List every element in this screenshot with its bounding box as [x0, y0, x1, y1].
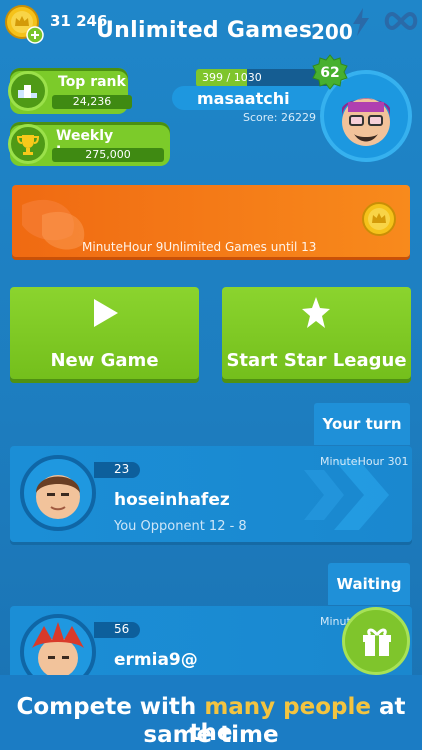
- game-score: You Opponent 12 - 8: [114, 519, 247, 534]
- podium-icon: [8, 71, 48, 111]
- top-rank-label: Top rank: [58, 74, 126, 90]
- banner-subtitle: MinuteHour 9Unlimited Games until 13: [82, 240, 317, 254]
- trophy-glyph: [16, 135, 40, 155]
- player-score: Score: 26229: [243, 111, 317, 124]
- xp-text: 399 / 1030: [202, 71, 262, 84]
- banner-title: Unlimited Games: [96, 18, 313, 43]
- play-icon: [94, 299, 118, 327]
- banner-price: 200: [311, 20, 353, 44]
- opponent-name: hoseinhafez: [114, 490, 230, 510]
- promo-caption-line2: same time: [143, 722, 279, 748]
- coin-add-icon[interactable]: [4, 4, 44, 44]
- star-icon: [302, 297, 330, 328]
- weekly-league-pill[interactable]: Weekly League 275,000: [8, 122, 170, 166]
- start-star-league-label: Start Star League: [226, 350, 407, 371]
- opponent-avatar-face: [36, 475, 80, 519]
- coin-icon: [362, 202, 396, 236]
- opponent-level-bar: 56: [94, 622, 140, 638]
- gift-icon: [363, 628, 391, 656]
- top-rank-pill[interactable]: Top rank 24,236: [8, 68, 132, 114]
- start-star-league-button[interactable]: Start Star League: [222, 287, 411, 379]
- your-turn-tab: Your turn: [314, 403, 410, 445]
- podium-glyph: [18, 85, 37, 98]
- opponent-name: ermia9@: [114, 650, 198, 670]
- caption-pre: Compete with: [16, 694, 205, 720]
- new-game-button[interactable]: New Game: [10, 287, 199, 379]
- game-time-tag: MinuteHour 301: [320, 455, 409, 468]
- weekly-league-value: 275,000: [52, 148, 164, 162]
- gift-button[interactable]: [342, 607, 410, 675]
- opponent-level: 56: [114, 622, 130, 636]
- level-number: 62: [320, 65, 339, 81]
- infinity-icon: [384, 11, 418, 31]
- xp-progress-bar: 399 / 1030: [196, 69, 328, 87]
- opponent-avatar[interactable]: [20, 455, 96, 531]
- trophy-icon: [8, 124, 48, 164]
- opponent-level: 23: [114, 462, 130, 476]
- top-rank-value: 24,236: [52, 95, 132, 109]
- waiting-tab: Waiting: [328, 563, 410, 605]
- energy-bolt-icon: [353, 8, 369, 36]
- chevron-arrows-icon: [304, 460, 389, 530]
- opponent-level-bar: 23: [94, 462, 140, 478]
- username: masaatchi: [197, 89, 290, 108]
- new-game-label: New Game: [50, 350, 159, 371]
- level-badge-icon: 62: [312, 54, 348, 90]
- caption-highlight: many people: [204, 694, 371, 720]
